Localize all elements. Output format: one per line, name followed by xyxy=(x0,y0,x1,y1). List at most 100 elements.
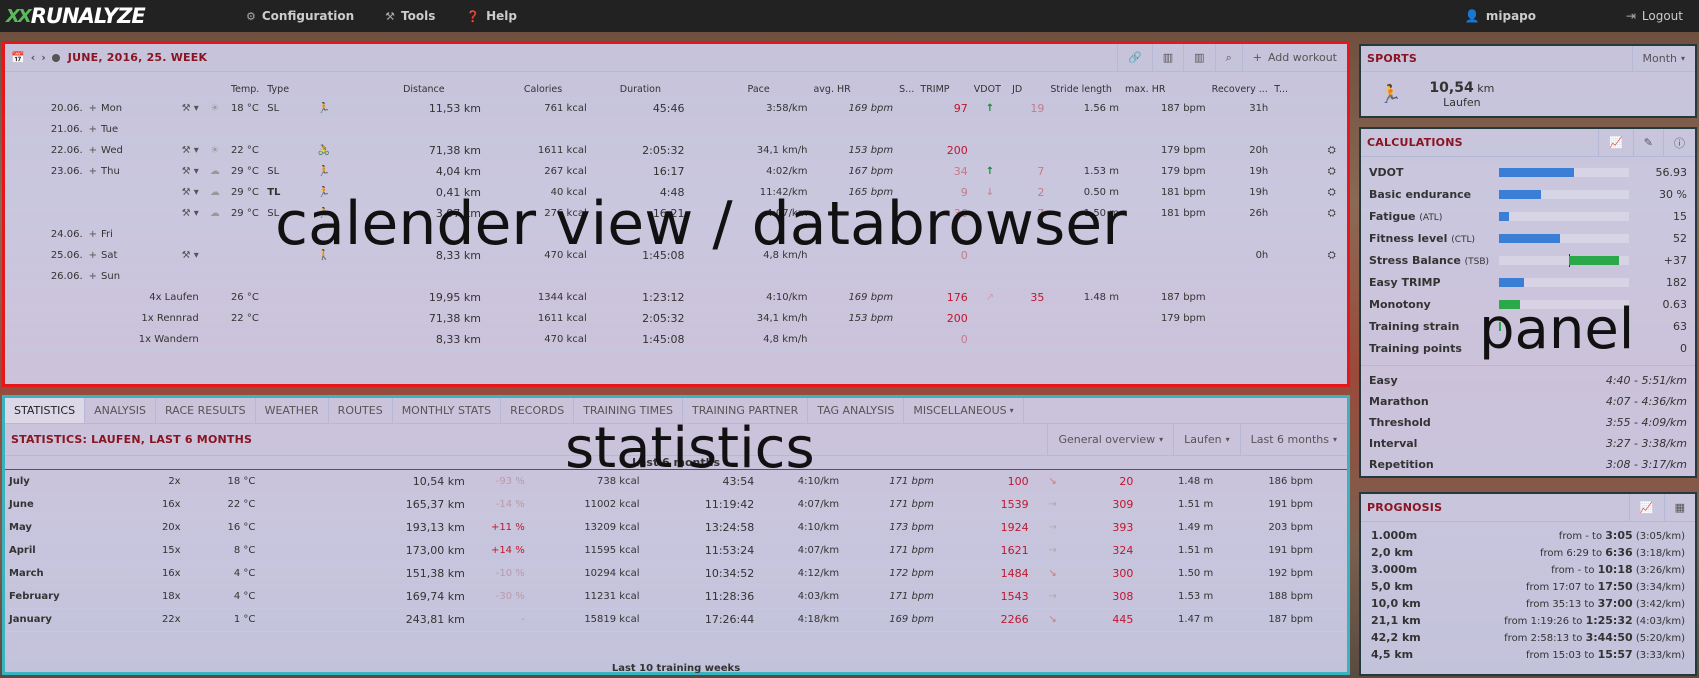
calendar-row[interactable]: 26.06. + Sun xyxy=(5,266,1347,287)
calc-row[interactable]: Stress Balance (TSB) +37 xyxy=(1361,249,1695,271)
col-duration[interactable]: Duration xyxy=(590,82,688,98)
link-button[interactable]: 🔗 xyxy=(1117,44,1152,71)
tab-training-partner[interactable]: TRAINING PARTNER xyxy=(683,398,809,423)
calendar-row[interactable]: 21.06. + Tue xyxy=(5,119,1347,140)
stat-duration: 13:24:58 xyxy=(704,521,755,534)
calendar-row[interactable]: 23.06. + Thu ⚒ ▾ ☁ 29 °C SL 🏃 4,04 km 267 kcal 16:… xyxy=(5,161,1347,182)
statistics-row[interactable]: July 2x 18 °C 10,54 km -93 % 738 kcal 43:54 4:1… xyxy=(5,470,1347,493)
statistics-row[interactable]: March 16x 4 °C 151,38 km -10 % 10294 kcal 10:3… xyxy=(5,562,1347,585)
calc-row[interactable]: Training strain 63 xyxy=(1361,315,1695,337)
statistics-row[interactable]: February 18x 4 °C 169,74 km -30 % 11231 kcal 1… xyxy=(5,585,1347,608)
sports-period-select[interactable]: Month ▾ xyxy=(1631,46,1696,71)
current-week-icon[interactable] xyxy=(51,53,60,62)
stat-max-hr: 186 bpm xyxy=(1268,475,1314,487)
prognosis-chart-button[interactable]: 📈 xyxy=(1628,494,1664,521)
tab-training-times[interactable]: TRAINING TIMES xyxy=(574,398,683,423)
calendar-row[interactable]: 20.06. + Mon ⚒ ▾ ☀ 18 °C SL 🏃 11,53 km 761 kcal 45… xyxy=(5,98,1347,119)
tab-tag-analysis[interactable]: TAG ANALYSIS xyxy=(808,398,905,423)
prev-week-icon[interactable]: ‹ xyxy=(31,51,36,64)
col-recovery[interactable]: Recovery ... xyxy=(1209,82,1272,98)
tab-statistics[interactable]: STATISTICS xyxy=(5,398,86,423)
statistics-row[interactable]: May 20x 16 °C 193,13 km +11 % 13209 kcal 13:24… xyxy=(5,516,1347,539)
tab-label: STATISTICS xyxy=(14,404,76,417)
calendar-row[interactable]: 25.06. + Sat ⚒ ▾ 🚶 8,33 km 470 kcal 1:45:08 4,8 … xyxy=(5,245,1347,266)
select-period[interactable]: Last 6 months ▾ xyxy=(1239,424,1347,455)
add-workout-icon[interactable]: + xyxy=(89,124,97,135)
calc-info-button[interactable]: ⓘ xyxy=(1663,129,1695,156)
wrench-icon[interactable]: ⚒ ▾ xyxy=(182,187,199,198)
tab-miscellaneous[interactable]: MISCELLANEOUS ▾ xyxy=(904,398,1024,423)
calc-row[interactable]: Fatigue (ATL) 15 xyxy=(1361,205,1695,227)
calc-row[interactable]: Monotony 0.63 xyxy=(1361,293,1695,315)
add-workout-button[interactable]: + Add workout xyxy=(1241,44,1347,71)
wrench-icon[interactable]: ⚒ ▾ xyxy=(182,145,199,156)
col-pace[interactable]: Pace xyxy=(688,82,811,98)
col-avg-hr[interactable]: avg. HR xyxy=(810,82,896,98)
wrench-icon[interactable]: ⚒ ▾ xyxy=(182,103,199,114)
statistics-row[interactable]: June 16x 22 °C 165,37 km -14 % 11002 kcal 11:1… xyxy=(5,493,1347,516)
calendar-row[interactable]: ⚒ ▾ ☁ 29 °C SL 🏃 3,97 km 276 kcal 16:21 4:07/km 3… xyxy=(5,203,1347,224)
add-workout-icon[interactable]: + xyxy=(89,250,97,261)
add-workout-icon[interactable]: + xyxy=(89,145,97,156)
chart-button-2[interactable]: ▥ xyxy=(1183,44,1214,71)
nav-tools[interactable]: ⚒ Tools xyxy=(385,9,435,23)
calc-row[interactable]: VDOT 56.93 xyxy=(1361,161,1695,183)
statistics-row[interactable]: April 15x 8 °C 173,00 km +14 % 11595 kcal 11:5… xyxy=(5,539,1347,562)
equipment-icon[interactable]: ⛭ xyxy=(1328,187,1336,198)
wrench-icon[interactable]: ⚒ ▾ xyxy=(182,250,199,261)
col-stride[interactable]: Stride length xyxy=(1047,82,1122,98)
stat-count: 16x xyxy=(161,499,181,510)
calendar-icon[interactable]: 📅 xyxy=(11,51,25,64)
tab-records[interactable]: RECORDS xyxy=(501,398,575,423)
equipment-icon[interactable]: ⛭ xyxy=(1328,250,1336,261)
statistics-row[interactable]: January 22x 1 °C 243,81 km - 15819 kcal 17:26:… xyxy=(5,608,1347,631)
calc-row[interactable]: Basic endurance 30 % xyxy=(1361,183,1695,205)
chart-button[interactable]: ▥ xyxy=(1151,44,1183,71)
calc-edit-button[interactable]: ✎ xyxy=(1632,129,1663,156)
wrench-icon[interactable]: ⚒ ▾ xyxy=(182,166,199,177)
nav-configuration[interactable]: ⚙ Configuration xyxy=(246,9,354,23)
add-workout-icon[interactable]: + xyxy=(89,229,97,240)
calc-chart-button[interactable]: 📈 xyxy=(1598,129,1633,156)
add-workout-icon[interactable]: + xyxy=(89,271,97,282)
calendar-panel: 📅 ‹ › JUNE, 2016, 25. WEEK 🔗 ▥ ▥ ⌕ + Add … xyxy=(2,41,1350,387)
next-week-icon[interactable]: › xyxy=(41,51,46,64)
calendar-row[interactable]: 24.06. + Fri xyxy=(5,224,1347,245)
runalyze-logo[interactable]: XX RUNALYZE xyxy=(6,4,196,28)
calc-row[interactable]: Training points 0 xyxy=(1361,337,1695,359)
add-workout-icon[interactable]: + xyxy=(89,166,97,177)
calc-row[interactable]: Fitness level (CTL) 52 xyxy=(1361,227,1695,249)
calendar-row[interactable]: ⚒ ▾ ☁ 29 °C TL 🏃 0,41 km 40 kcal 4:48 11:42/km 16… xyxy=(5,182,1347,203)
tab-monthly-stats[interactable]: MONTHLY STATS xyxy=(393,398,502,423)
col-temp[interactable]: Temp. xyxy=(228,82,264,98)
col-max-hr[interactable]: max. HR xyxy=(1122,82,1209,98)
tab-analysis[interactable]: ANALYSIS xyxy=(85,398,156,423)
col-s[interactable]: S... xyxy=(896,82,917,98)
select-sport[interactable]: Laufen ▾ xyxy=(1173,424,1239,455)
stat-trend: ↘ xyxy=(1033,562,1073,585)
equipment-icon[interactable]: ⛭ xyxy=(1328,166,1336,177)
user-menu[interactable]: 👤 mipapo xyxy=(1465,0,1536,32)
tab-race-results[interactable]: RACE RESULTS xyxy=(156,398,256,423)
col-type[interactable]: Type xyxy=(264,82,314,98)
add-workout-icon[interactable]: + xyxy=(89,103,97,114)
prognosis-calculator-button[interactable]: ▦ xyxy=(1663,494,1695,521)
tab-routes[interactable]: ROUTES xyxy=(329,398,393,423)
tab-weather[interactable]: WEATHER xyxy=(256,398,329,423)
wrench-icon[interactable]: ⚒ ▾ xyxy=(182,208,199,219)
equipment-icon[interactable]: ⛭ xyxy=(1328,145,1336,156)
col-distance[interactable]: Distance xyxy=(373,82,484,98)
nav-help[interactable]: ❓ Help xyxy=(466,9,517,23)
col-vdot[interactable]: VDOT xyxy=(971,82,1009,98)
equipment-icon[interactable]: ⛭ xyxy=(1328,208,1336,219)
logout-link[interactable]: ⇥ Logout xyxy=(1626,0,1683,32)
col-calories[interactable]: Calories xyxy=(484,82,590,98)
select-overview[interactable]: General overview ▾ xyxy=(1047,424,1173,455)
col-jd[interactable]: JD xyxy=(1009,82,1047,98)
calc-row[interactable]: Easy TRIMP 182 xyxy=(1361,271,1695,293)
col-trimp[interactable]: TRIMP xyxy=(917,82,970,98)
col-t[interactable]: T... xyxy=(1271,82,1316,98)
row-pace xyxy=(688,224,811,245)
search-button[interactable]: ⌕ xyxy=(1214,44,1242,71)
calendar-row[interactable]: 22.06. + Wed ⚒ ▾ ☀ 22 °C 🚴 71,38 km 1611 kcal 2:0… xyxy=(5,140,1347,161)
